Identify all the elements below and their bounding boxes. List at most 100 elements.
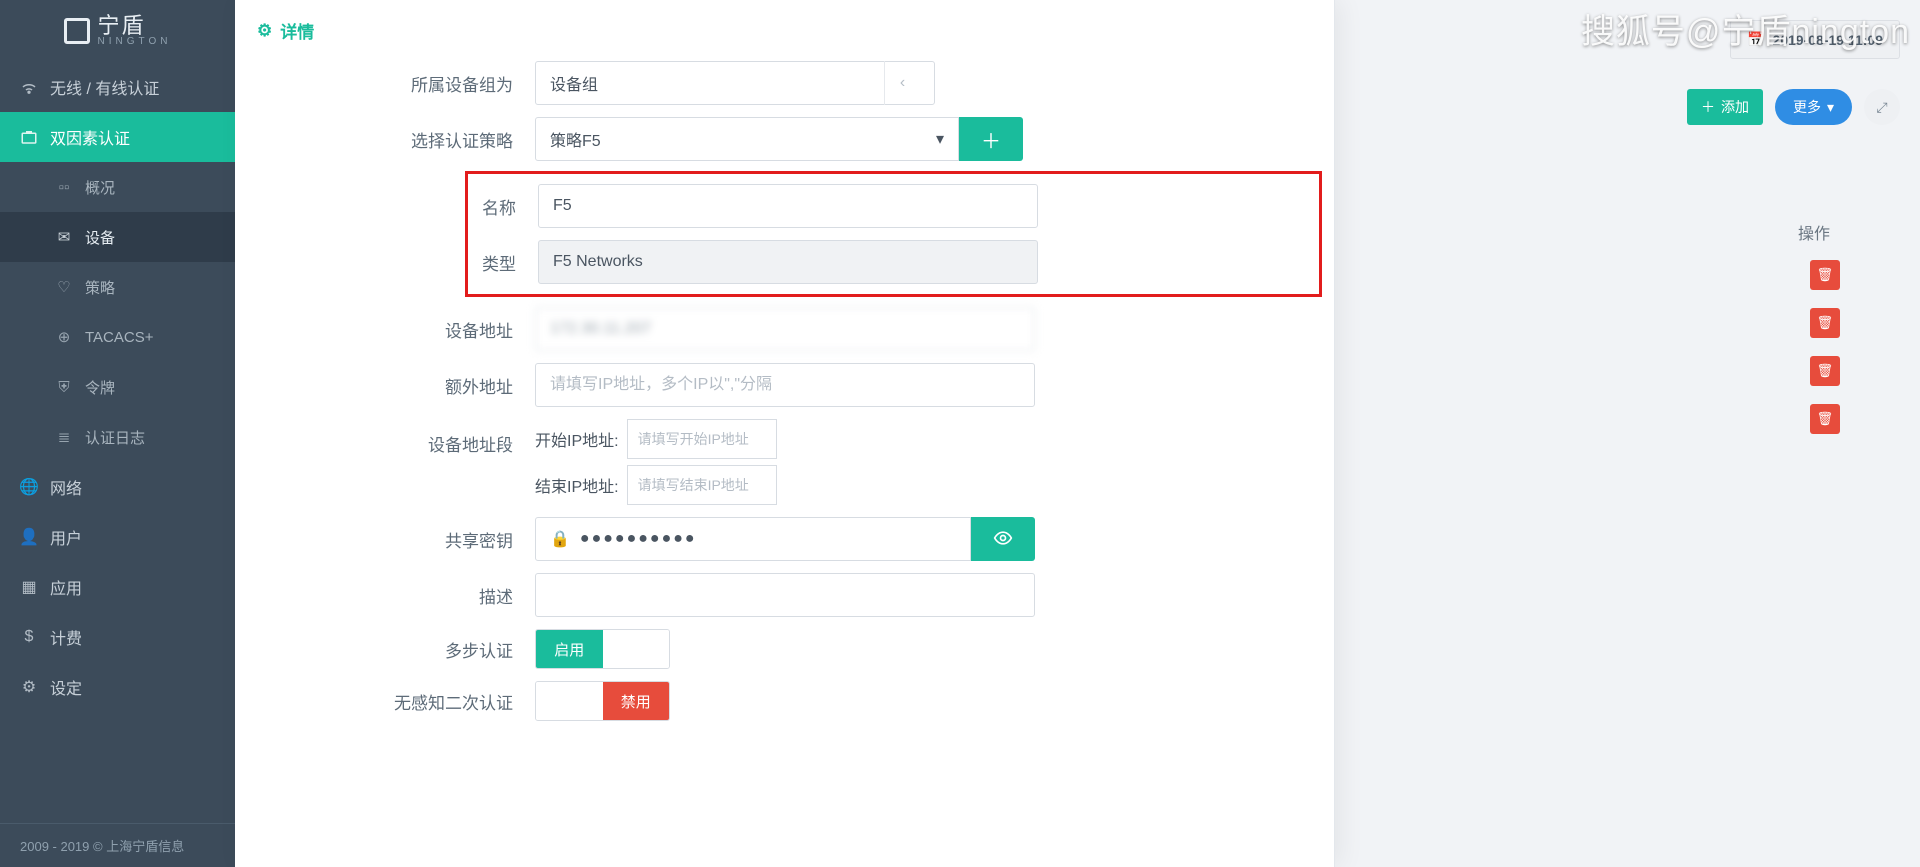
heart-icon: ♡ [55, 278, 73, 296]
label-name: 名称 [468, 194, 538, 219]
sidebar-item-settings[interactable]: ⚙ 设定 [0, 662, 235, 712]
type-readonly: F5 Networks [538, 240, 1038, 284]
fullscreen-button[interactable]: ⤢ [1864, 89, 1900, 125]
type-value: F5 Networks [553, 253, 643, 271]
label-extra-addr: 额外地址 [235, 373, 535, 398]
gear-icon: ⚙ [20, 677, 38, 697]
sidebar-item-wireless-wired-auth[interactable]: 无线 / 有线认证 [0, 62, 235, 112]
list-icon: ≣ [55, 428, 73, 446]
sidebar-item-label: 认证日志 [85, 427, 145, 448]
sidebar-item-label: 令牌 [85, 377, 115, 398]
label-device-group: 所属设备组为 [235, 71, 535, 96]
sidebar-footer: 2009 - 2019 © 上海宁盾信息 [0, 823, 235, 867]
chevron-down-icon: ▾ [936, 129, 944, 149]
gear-icon: ⚙ [257, 21, 272, 41]
auth-policy-combo: 策略F5 ▾ ＋ [535, 117, 1023, 161]
toggle-enable: 启用 [536, 630, 603, 668]
ops-column: 🗑 🗑 🗑 🗑 [1810, 260, 1840, 434]
device-group-select[interactable]: 设备组 ‹ [535, 61, 935, 105]
subnav-policy[interactable]: ♡ 策略 [0, 262, 235, 312]
trash-icon: 🗑 [1817, 267, 1834, 283]
expand-icon: ⤢ [1876, 99, 1887, 116]
apps-icon: ▦ [20, 577, 38, 597]
label-multistep: 多步认证 [235, 637, 535, 662]
brand-sub: NINGTON [98, 37, 172, 47]
extra-addr-input[interactable] [535, 363, 1035, 407]
datetime-text: 2019-08-19 11:09 [1772, 32, 1883, 48]
globe-icon: ⊕ [55, 328, 73, 346]
label-silent2fa: 无感知二次认证 [235, 689, 535, 714]
subnav-overview[interactable]: ▫▫ 概况 [0, 162, 235, 212]
dollar-icon: $ [20, 628, 38, 646]
multistep-toggle[interactable]: 启用 [535, 629, 670, 669]
user-icon: 👤 [20, 527, 38, 547]
secret-masked: ●●●●●●●●●● [580, 530, 697, 548]
label-ip-range: 设备地址段 [235, 419, 535, 456]
shield-icon: ⛨ [55, 379, 73, 396]
sidebar-item-label: 网络 [50, 475, 82, 499]
auth-policy-value: 策略F5 [550, 127, 601, 151]
auth-policy-select[interactable]: 策略F5 ▾ [535, 117, 959, 161]
trash-icon: 🗑 [1817, 315, 1834, 331]
name-input[interactable] [538, 184, 1038, 228]
silent2fa-toggle[interactable]: 禁用 [535, 681, 670, 721]
device-group-value: 设备组 [550, 71, 598, 95]
brand-name: 宁盾 [98, 15, 172, 37]
sidebar-item-label: 用户 [50, 525, 82, 549]
toggle-disable: 禁用 [603, 682, 670, 720]
sidebar-item-billing[interactable]: $ 计费 [0, 612, 235, 662]
chevron-left-icon: ‹ [884, 61, 920, 105]
label-ip-end: 结束IP地址: [535, 473, 619, 497]
modal-title: ⚙ 详情 [235, 0, 1334, 55]
sidebar-item-label: 计费 [50, 625, 82, 649]
sidebar-item-label: 概况 [85, 177, 115, 198]
shared-secret-input[interactable]: 🔒 ●●●●●●●●●● [535, 517, 971, 561]
add-policy-button[interactable]: ＋ [959, 117, 1023, 161]
lock-icon: 🔒 [550, 529, 570, 549]
label-device-addr: 设备地址 [235, 317, 535, 342]
delete-row-button[interactable]: 🗑 [1810, 308, 1840, 338]
reveal-secret-button[interactable] [971, 517, 1035, 561]
more-button[interactable]: 更多 ▾ [1775, 89, 1852, 125]
subnav-token[interactable]: ⛨ 令牌 [0, 362, 235, 412]
sidebar-item-users[interactable]: 👤 用户 [0, 512, 235, 562]
mail-icon: ✉ [55, 228, 73, 246]
device-addr-value: 172.30.11.207 [550, 320, 651, 338]
add-button[interactable]: ＋ 添加 [1687, 89, 1763, 125]
sidebar-item-label: 应用 [50, 575, 82, 599]
description-input[interactable] [535, 573, 1035, 617]
sidebar-item-label: 设定 [50, 675, 82, 699]
ip-start-input[interactable] [627, 419, 777, 459]
briefcase-icon [20, 128, 38, 146]
ip-end-input[interactable] [627, 465, 777, 505]
sidebar-item-label: TACACS+ [85, 329, 154, 346]
add-button-label: 添加 [1721, 97, 1749, 117]
sidebar-item-label: 无线 / 有线认证 [50, 75, 159, 99]
subnav-device[interactable]: ✉ 设备 [0, 212, 235, 262]
delete-row-button[interactable]: 🗑 [1810, 356, 1840, 386]
toggle-blank [603, 630, 670, 668]
wifi-icon [20, 78, 38, 96]
sidebar-item-label: 设备 [85, 227, 115, 248]
trash-icon: 🗑 [1817, 411, 1834, 427]
label-type: 类型 [468, 250, 538, 275]
brand-logo: 宁盾 NINGTON [0, 0, 235, 62]
ops-column-header: 操作 [1798, 220, 1830, 244]
subnav-auth-log[interactable]: ≣ 认证日志 [0, 412, 235, 462]
logo-icon [64, 18, 90, 44]
sidebar-item-network[interactable]: 🌐 网络 [0, 462, 235, 512]
sidebar-item-two-factor-auth[interactable]: 双因素认证 [0, 112, 235, 162]
toggle-blank [536, 682, 603, 720]
globe-icon: 🌐 [20, 477, 38, 497]
sidebar: 宁盾 NINGTON 无线 / 有线认证 双因素认证 ▫▫ 概况 ✉ 设备 ♡ … [0, 0, 235, 867]
sidebar-item-label: 策略 [85, 277, 115, 298]
calendar-icon: 📅 [1747, 31, 1764, 48]
more-button-label: 更多 [1793, 97, 1821, 117]
sidebar-item-apps[interactable]: ▦ 应用 [0, 562, 235, 612]
device-addr-input[interactable]: 172.30.11.207 [535, 307, 1035, 351]
details-panel: ⚙ 详情 所属设备组为 设备组 ‹ 选择认证策略 策略F5 ▾ ＋ [235, 0, 1335, 867]
label-description: 描述 [235, 583, 535, 608]
delete-row-button[interactable]: 🗑 [1810, 404, 1840, 434]
delete-row-button[interactable]: 🗑 [1810, 260, 1840, 290]
subnav-tacacs[interactable]: ⊕ TACACS+ [0, 312, 235, 362]
